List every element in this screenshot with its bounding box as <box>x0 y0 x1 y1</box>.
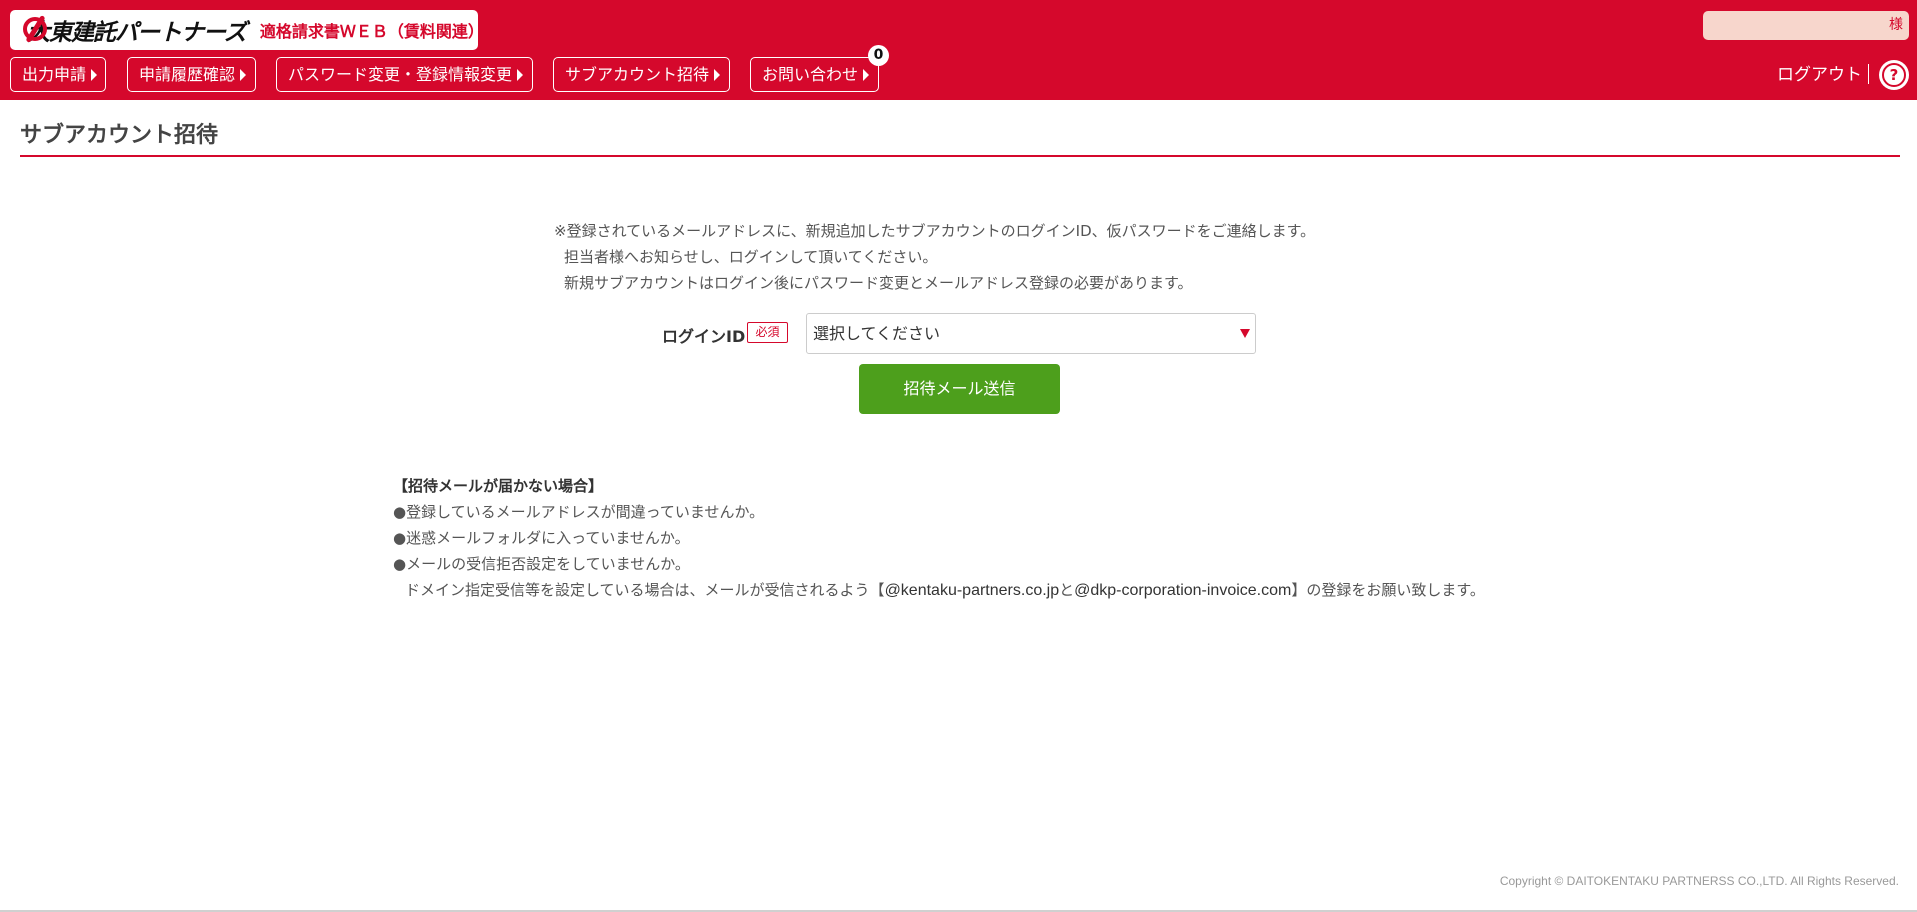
domain-1: @kentaku-partners.co.jp <box>884 582 1060 599</box>
header-divider <box>1868 64 1869 84</box>
title-underline <box>20 155 1900 157</box>
inquiry-count-badge: 0 <box>868 45 889 66</box>
note-line: 新規サブアカウントはログイン後にパスワード変更とメールアドレス登録の必要がありま… <box>564 274 1193 292</box>
header-bar: 大東建託パートナーズ 適格請求書ＷＥＢ（賃料関連） 様 出力申請 申請履歴確認 … <box>0 0 1917 100</box>
nav-label: 出力申請 <box>22 65 87 84</box>
nav-label: サブアカウント招待 <box>565 65 710 84</box>
note-line: ※登録されているメールアドレスに、新規追加したサブアカウントのログインID、仮パ… <box>554 222 1316 240</box>
note-line: 担当者様へお知らせし、ログインして頂いてください。 <box>564 248 938 266</box>
nav-subaccount-invite[interactable]: サブアカウント招待 <box>553 57 730 92</box>
caret-right-icon <box>240 69 247 81</box>
domain-note-prefix: ドメイン指定受信等を設定している場合は、メールが受信されるよう【 <box>405 581 885 599</box>
nav-output-request[interactable]: 出力申請 <box>10 57 106 92</box>
caret-right-icon <box>517 69 524 81</box>
dropdown-arrow-icon <box>1240 329 1250 338</box>
nav-label: お問い合わせ <box>762 65 859 84</box>
domain-note: ドメイン指定受信等を設定している場合は、メールが受信されるよう【@kentaku… <box>393 577 1485 604</box>
app-title: 適格請求書ＷＥＢ（賃料関連） <box>259 22 484 41</box>
nav-password-change[interactable]: パスワード変更・登録情報変更 <box>276 57 533 92</box>
caret-right-icon <box>714 69 721 81</box>
company-name: 大東建託パートナーズ <box>27 20 247 46</box>
login-id-select[interactable]: 選択してください <box>806 313 1256 354</box>
nav-inquiry[interactable]: お問い合わせ <box>750 57 879 92</box>
caret-right-icon <box>91 69 98 81</box>
logout-link[interactable]: ログアウト <box>1777 60 1862 85</box>
copyright-text: Copyright © DAITOKENTAKU PARTNERSS CO.,L… <box>1499 874 1899 888</box>
help-button[interactable]: ? <box>1879 60 1909 90</box>
domain-joiner: と <box>1059 581 1075 599</box>
nav-label: 申請履歴確認 <box>139 65 236 84</box>
nav-request-history[interactable]: 申請履歴確認 <box>127 57 256 92</box>
troubleshoot-title: 【招待メールが届かない場合】 <box>393 477 604 495</box>
page-title: サブアカウント招待 <box>20 123 219 148</box>
caret-right-icon <box>863 69 870 81</box>
troubleshoot-item: ●メールの受信拒否設定をしていませんか。 <box>393 555 690 573</box>
select-value: 選択してください <box>813 324 941 343</box>
invite-notes: ※登録されているメールアドレスに、新規追加したサブアカウントのログインID、仮パ… <box>554 218 1315 296</box>
logo-banner[interactable]: 大東建託パートナーズ 適格請求書ＷＥＢ（賃料関連） <box>10 10 484 50</box>
login-id-label: ログインID <box>662 327 746 346</box>
troubleshoot-item: ●登録しているメールアドレスが間違っていませんか。 <box>393 503 765 521</box>
troubleshoot-section: 【招待メールが届かない場合】 ●登録しているメールアドレスが間違っていませんか。… <box>393 473 1485 604</box>
send-invite-button[interactable]: 招待メール送信 <box>859 364 1060 414</box>
user-name-display: 様 <box>1703 11 1909 40</box>
domain-2: @dkp-corporation-invoice.com <box>1074 582 1292 599</box>
nav-label: パスワード変更・登録情報変更 <box>288 65 513 84</box>
domain-note-suffix: 】の登録をお願い致します。 <box>1291 581 1485 599</box>
required-badge: 必須 <box>747 322 788 343</box>
question-icon: ? <box>1882 63 1906 87</box>
troubleshoot-item: ●迷惑メールフォルダに入っていませんか。 <box>393 529 690 547</box>
